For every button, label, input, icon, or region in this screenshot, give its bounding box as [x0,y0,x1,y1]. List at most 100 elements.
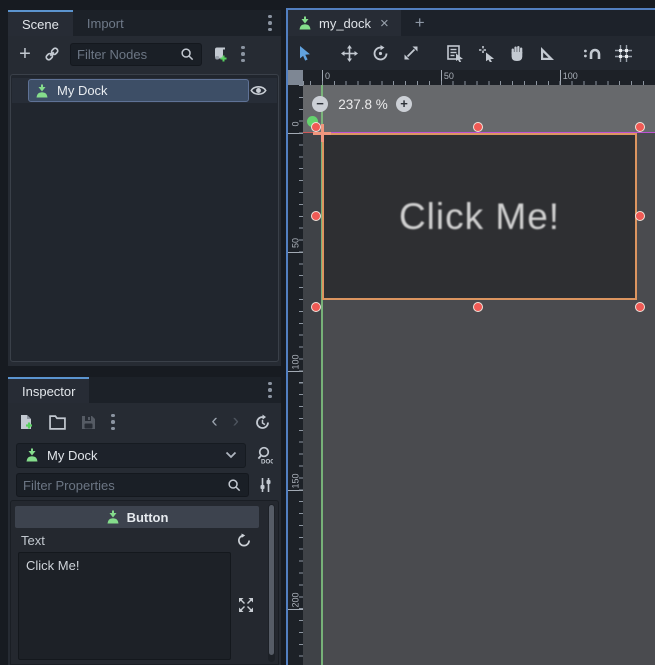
chevron-down-icon [225,451,237,459]
horizontal-ruler: 050100 [303,70,655,85]
attach-script-button[interactable] [212,46,229,63]
ruler-label: 100 [291,354,301,369]
eye-icon [250,82,267,99]
scale-tool-button[interactable] [403,45,419,61]
scene-tab-label: my_dock [319,16,371,31]
history-icon [254,414,271,431]
tab-import-label: Import [87,16,124,31]
scene-toolbar-menu-button[interactable] [241,46,245,63]
inspector-tabbar: Inspector [8,377,281,403]
magnet-icon [583,45,601,61]
hand-icon [509,45,525,62]
canvas-2d[interactable]: Click Me! − 237.8 % + [303,85,655,665]
selection-handle[interactable] [311,122,321,132]
selection-handle[interactable] [311,211,321,221]
search-docs-icon: DOC [255,446,273,465]
category-button-header[interactable]: Button [15,506,259,528]
plus-icon: + [415,13,425,33]
ruler-tick [441,70,442,85]
history-forward-button[interactable]: › [233,415,239,429]
select-tool-button[interactable] [297,45,313,62]
instance-scene-button[interactable] [44,46,60,62]
properties-scrollbar[interactable] [268,504,275,662]
edited-node-name: My Dock [47,448,217,463]
kebab-menu-icon [111,414,115,431]
zoom-out-button[interactable]: − [312,96,328,112]
tab-scene[interactable]: Scene [8,10,73,36]
ruler-label: 200 [291,592,301,607]
ruler-tool-button[interactable] [539,46,555,61]
inspector-panel: ‹ › My Dock DOC [8,403,281,665]
script-add-icon [212,46,229,63]
tree-item-my-dock[interactable]: My Dock [28,79,249,102]
inspector-menu-button[interactable] [259,377,281,403]
ruler-label: 50 [291,235,301,250]
category-label: Button [127,510,169,525]
close-tab-icon[interactable]: × [378,15,391,32]
plus-icon: + [19,43,31,66]
button-node-icon [298,16,312,30]
ruler-tick [560,70,561,85]
scene-tabs-bar: my_dock × + [288,10,655,36]
search-icon [227,478,242,493]
scene-toolbar: + [8,36,281,72]
select-arrow-icon [297,45,313,62]
canvas-toolbar [288,36,655,70]
edited-node-selector[interactable]: My Dock [16,443,246,468]
tab-import[interactable]: Import [73,10,138,36]
scene-dock-menu-button[interactable] [259,10,281,36]
revert-icon [237,533,251,547]
inspector-extra-menu-button[interactable] [111,414,115,431]
property-tools-button[interactable] [258,477,273,493]
folder-icon [49,415,66,430]
button-node-icon [106,510,120,524]
save-resource-button[interactable] [81,415,96,430]
add-node-button[interactable]: + [16,43,34,66]
button-node-icon [25,448,39,462]
load-resource-button[interactable] [49,415,66,430]
expand-text-editor-button[interactable] [238,597,254,613]
selection-handle[interactable] [635,302,645,312]
property-row-text: Text [15,530,259,550]
new-resource-button[interactable] [18,414,34,430]
zoom-percentage[interactable]: 237.8 % [334,97,392,112]
list-select-tool-button[interactable] [447,45,464,62]
tab-inspector[interactable]: Inspector [8,377,89,403]
grid-icon [615,45,632,62]
revert-property-button[interactable] [237,533,251,547]
scene-tab-my-dock[interactable]: my_dock × [288,10,401,36]
new-scene-tab-button[interactable]: + [401,10,439,36]
zoom-in-button[interactable]: + [396,96,412,112]
selection-handle[interactable] [635,122,645,132]
filter-nodes-field[interactable] [70,43,202,66]
ruler-tick [288,490,303,491]
filter-properties-field[interactable] [16,473,249,497]
kebab-menu-icon [268,382,272,399]
pan-tool-button[interactable] [509,45,525,62]
ruler-label: 0 [325,71,330,81]
object-history-button[interactable] [254,414,271,431]
filter-properties-input[interactable] [23,478,227,493]
smart-snap-button[interactable] [583,45,601,61]
scene-dock-tabbar: Scene Import [8,10,281,36]
selection-handle[interactable] [473,302,483,312]
move-tool-button[interactable] [341,45,358,62]
rotate-tool-button[interactable] [372,45,389,62]
open-docs-button[interactable]: DOC [255,446,273,465]
scale-icon [403,45,419,61]
pivot-tool-button[interactable] [478,45,495,62]
chevron-right-icon: › [233,415,239,429]
tab-inspector-label: Inspector [22,384,75,399]
canvas-button-node[interactable]: Click Me! [322,133,637,300]
tree-item-label: My Dock [57,83,108,98]
selection-handle[interactable] [311,302,321,312]
grid-snap-button[interactable] [615,45,632,62]
text-property-value[interactable]: Click Me! [18,552,231,660]
selection-handle[interactable] [473,122,483,132]
chain-link-icon [44,46,60,62]
tree-row[interactable]: My Dock [12,78,277,103]
visibility-toggle[interactable] [250,82,267,99]
selection-handle[interactable] [635,211,645,221]
filter-nodes-input[interactable] [77,47,180,62]
history-back-button[interactable]: ‹ [211,415,217,429]
